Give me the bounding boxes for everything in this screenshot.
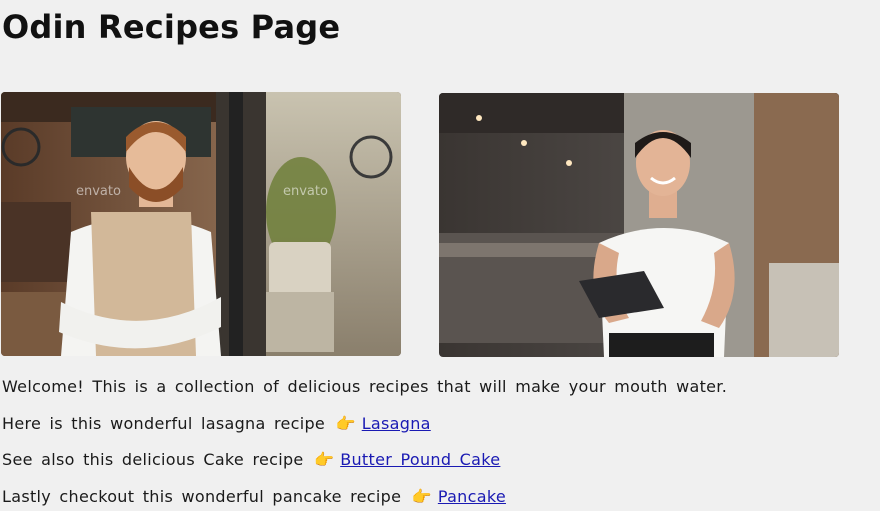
recipe-line-text: See also this delicious Cake recipe [2, 450, 304, 469]
page-title: Odin Recipes Page [2, 8, 341, 46]
pointing-hand-icon: 👉 [335, 414, 356, 433]
svg-text:envato: envato [283, 184, 328, 199]
lasagna-link[interactable]: Lasagna [362, 414, 431, 433]
svg-text:envato: envato [76, 184, 121, 199]
pointing-hand-icon: 👉 [411, 487, 432, 506]
recipe-line-cake: See also this delicious Cake recipe 👉 But… [2, 450, 500, 470]
recipe-line-text: Lastly checkout this wonderful pancake r… [2, 487, 402, 506]
pointing-hand-icon: 👉 [313, 450, 335, 469]
recipe-line-pancake: Lastly checkout this wonderful pancake r… [2, 487, 506, 507]
recipe-line-lasagna: Here is this wonderful lasagna recipe 👉 L… [2, 414, 431, 434]
woman-tablet-photo [439, 93, 839, 357]
page: Odin Recipes Page envato envato Welcome!… [0, 0, 880, 511]
recipe-line-text: Here is this wonderful lasagna recipe [2, 414, 326, 433]
intro-text: Welcome! This is a collection of delicio… [2, 377, 728, 396]
pancake-link[interactable]: Pancake [438, 487, 506, 506]
bearded-man-apron-photo: envato envato [1, 92, 401, 356]
butter-pound-cake-link[interactable]: Butter Pound Cake [340, 450, 500, 469]
